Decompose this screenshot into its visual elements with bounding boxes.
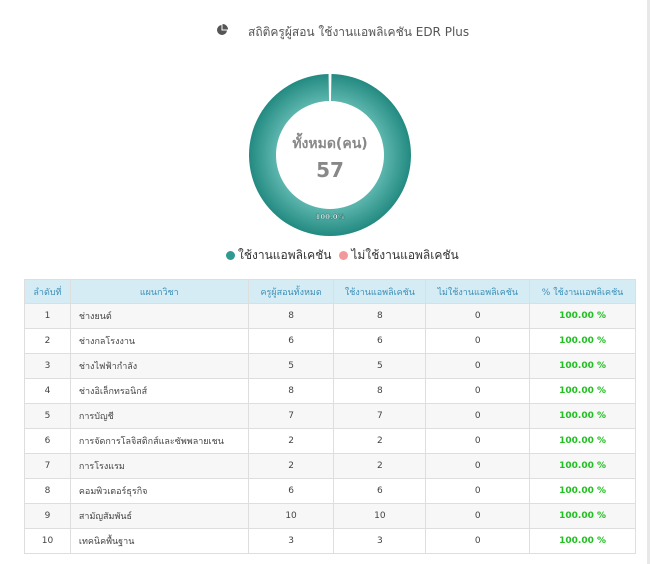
col-header-department[interactable]: แผนกวิชา [69,279,249,304]
cell-total-teachers: 8 [247,378,335,404]
cell-usage-percent: 100.00 % [529,528,636,554]
table-row: 9 สามัญสัมพันธ์ 10 10 0 100.00 % [24,503,636,529]
col-header-app-users[interactable]: ใช้งานแอพลิเคชัน [333,279,427,304]
cell-order: 9 [24,503,71,529]
donut-svg: 100.0% [249,74,411,237]
cell-order: 7 [24,453,71,479]
cell-app-users: 6 [333,328,427,354]
cell-usage-percent: 100.00 % [529,428,636,454]
cell-department: การจัดการโลจิสติกส์และซัพพลายเชน [69,428,249,454]
table-row: 2 ช่างกลโรงงาน 6 6 0 100.00 % [24,328,636,354]
cell-app-users: 2 [333,428,427,454]
col-header-order[interactable]: ลำดับที่ [24,279,71,304]
cell-department: ช่างไฟฟ้ากำลัง [69,353,249,379]
donut-slice-0[interactable] [249,74,411,237]
legend-item-unused[interactable]: ไม่ใช้งานแอพลิเคชัน [339,246,459,265]
cell-order: 1 [24,303,71,329]
col-header-non-users[interactable]: ไม่ใช้งานแอพลิเคชัน [425,279,531,304]
cell-order: 8 [24,478,71,504]
chart-legend: ใช้งานแอพลิเคชัน ไม่ใช้งานแอพลิเคชัน [226,246,463,264]
legend-label-used: ใช้งานแอพลิเคชัน [238,248,332,262]
cell-total-teachers: 8 [247,303,335,329]
cell-usage-percent: 100.00 % [529,303,636,329]
chart-title: สถิติครูผู้สอน ใช้งานแอพลิเคชัน EDR Plus [248,25,470,39]
chart-header: สถิติครูผู้สอน ใช้งานแอพลิเคชัน EDR Plus [0,22,650,42]
cell-total-teachers: 7 [247,403,335,429]
stats-table: ลำดับที่ แผนกวิชา ครูผู้สอนทั้งหมด ใช้งา… [24,279,636,554]
cell-total-teachers: 10 [247,503,335,529]
stats-panel: สถิติครูผู้สอน ใช้งานแอพลิเคชัน EDR Plus… [0,0,650,564]
cell-department: คอมพิวเตอร์ธุรกิจ [69,478,249,504]
cell-order: 5 [24,403,71,429]
cell-order: 6 [24,428,71,454]
legend-item-used[interactable]: ใช้งานแอพลิเคชัน [226,246,332,265]
table-row: 1 ช่างยนต์ 8 8 0 100.00 % [24,303,636,329]
donut-center-value: 57 [316,158,344,182]
cell-order: 4 [24,378,71,404]
cell-usage-percent: 100.00 % [529,378,636,404]
cell-department: การโรงแรม [69,453,249,479]
cell-total-teachers: 5 [247,353,335,379]
table-row: 10 เทคนิคพื้นฐาน 3 3 0 100.00 % [24,528,636,554]
cell-app-users: 6 [333,478,427,504]
col-header-total-teachers[interactable]: ครูผู้สอนทั้งหมด [247,279,335,304]
cell-app-users: 8 [333,303,427,329]
legend-label-unused: ไม่ใช้งานแอพลิเคชัน [351,248,459,262]
cell-app-users: 7 [333,403,427,429]
cell-total-teachers: 3 [247,528,335,554]
cell-department: สามัญสัมพันธ์ [69,503,249,529]
cell-total-teachers: 2 [247,428,335,454]
table-body: 1 ช่างยนต์ 8 8 0 100.00 % 2 ช่างกลโรงงาน 6 6 0 100.… [24,303,636,554]
legend-dot-used [226,251,235,260]
table-row: 3 ช่างไฟฟ้ากำลัง 5 5 0 100.00 % [24,353,636,379]
cell-department: เทคนิคพื้นฐาน [69,528,249,554]
cell-non-users: 0 [425,478,531,504]
cell-non-users: 0 [425,353,531,379]
cell-app-users: 10 [333,503,427,529]
cell-usage-percent: 100.00 % [529,403,636,429]
cell-non-users: 0 [425,303,531,329]
cell-total-teachers: 2 [247,453,335,479]
table-row: 8 คอมพิวเตอร์ธุรกิจ 6 6 0 100.00 % [24,478,636,504]
cell-app-users: 8 [333,378,427,404]
table-row: 5 การบัญชี 7 7 0 100.00 % [24,403,636,429]
cell-non-users: 0 [425,328,531,354]
cell-usage-percent: 100.00 % [529,453,636,479]
col-header-usage-percent[interactable]: % ใช้งานแอพลิเคชัน [529,279,636,304]
slice-percent-label: 100.0% [315,213,344,221]
cell-non-users: 0 [425,503,531,529]
table-row: 6 การจัดการโลจิสติกส์และซัพพลายเชน 2 2 0 100.… [24,428,636,454]
cell-order: 3 [24,353,71,379]
cell-department: ช่างอิเล็กทรอนิกส์ [69,378,249,404]
cell-department: ช่างกลโรงงาน [69,328,249,354]
cell-usage-percent: 100.00 % [529,503,636,529]
cell-department: ช่างยนต์ [69,303,249,329]
cell-non-users: 0 [425,403,531,429]
cell-non-users: 0 [425,378,531,404]
cell-app-users: 3 [333,528,427,554]
cell-order: 2 [24,328,71,354]
donut-center-label: ทั้งหมด(คน) [292,136,368,152]
donut-chart: 100.0% [248,73,412,237]
cell-app-users: 2 [333,453,427,479]
cell-total-teachers: 6 [247,328,335,354]
cell-order: 10 [24,528,71,554]
cell-total-teachers: 6 [247,478,335,504]
cell-usage-percent: 100.00 % [529,328,636,354]
table-row: 4 ช่างอิเล็กทรอนิกส์ 8 8 0 100.00 % [24,378,636,404]
cell-department: การบัญชี [69,403,249,429]
pie-chart-icon [217,24,228,35]
cell-non-users: 0 [425,453,531,479]
cell-usage-percent: 100.00 % [529,353,636,379]
table-row: 7 การโรงแรม 2 2 0 100.00 % [24,453,636,479]
legend-dot-unused [339,251,349,260]
cell-non-users: 0 [425,428,531,454]
cell-app-users: 5 [333,353,427,379]
cell-usage-percent: 100.00 % [529,478,636,504]
table-header-row: ลำดับที่ แผนกวิชา ครูผู้สอนทั้งหมด ใช้งา… [24,279,636,304]
cell-non-users: 0 [425,528,531,554]
